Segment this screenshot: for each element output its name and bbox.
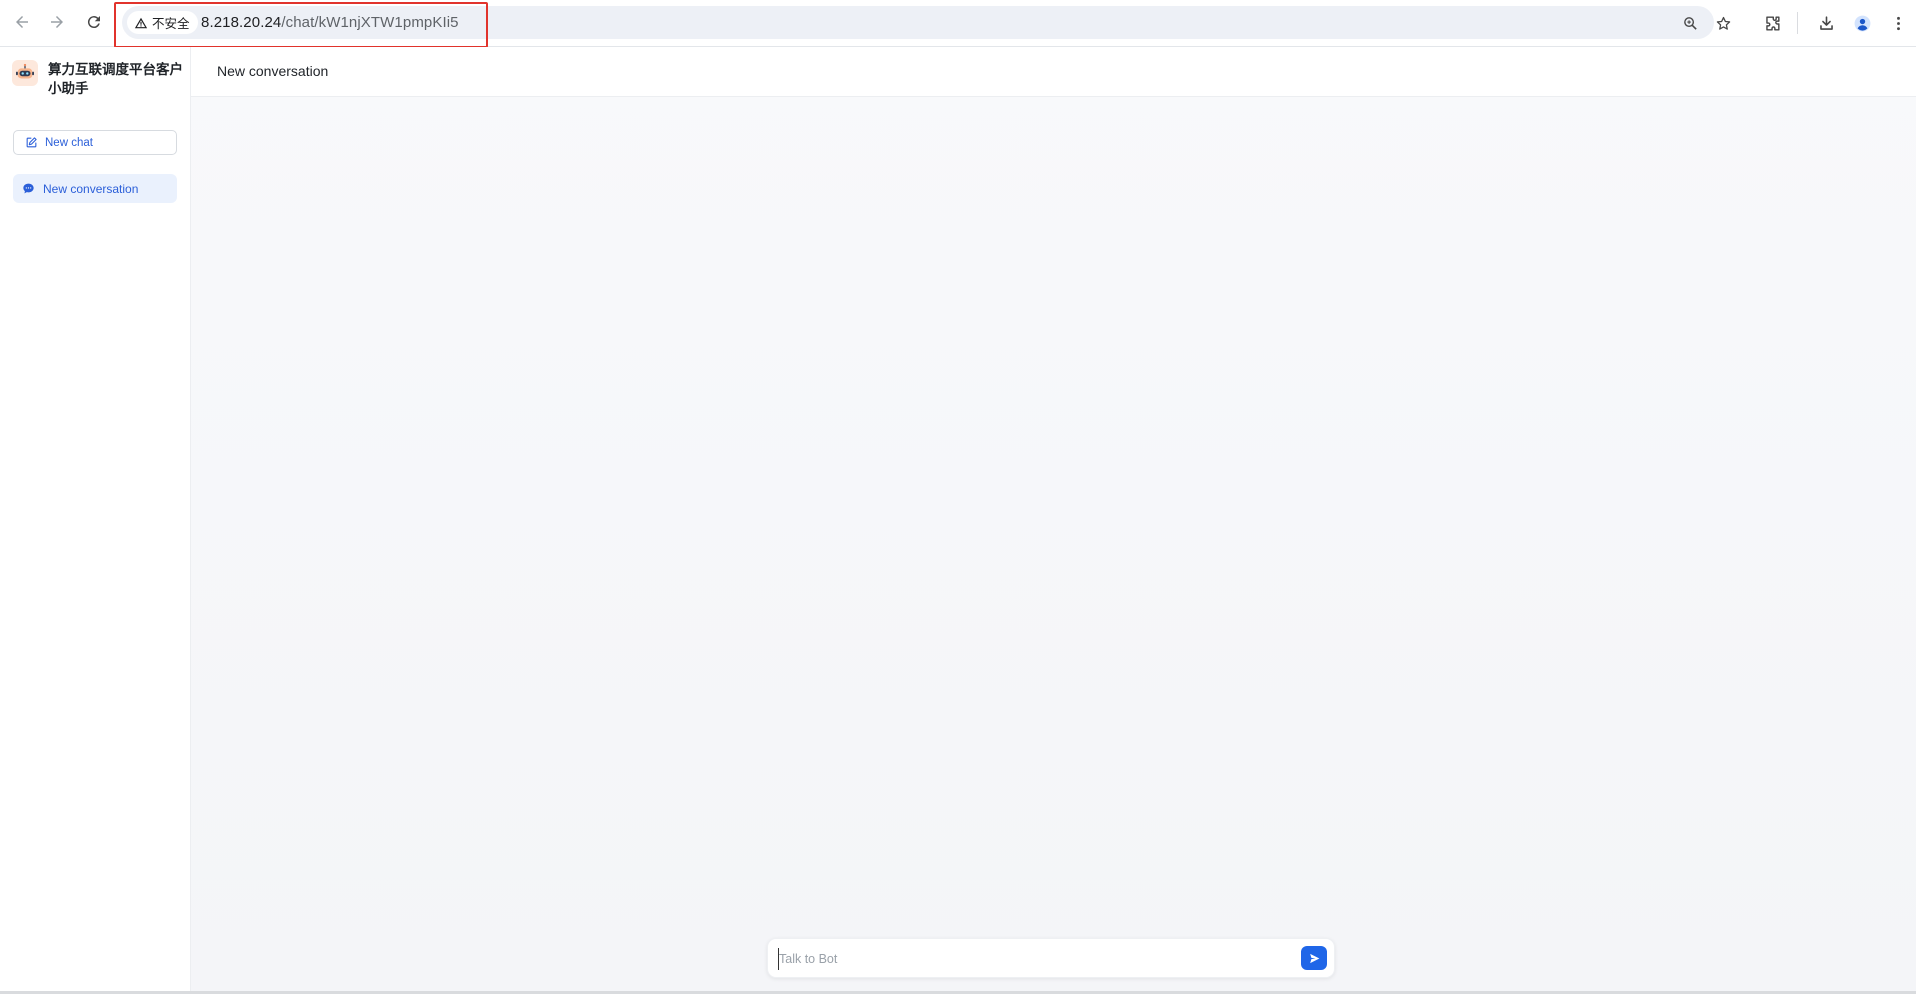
edit-icon	[26, 137, 37, 148]
warning-triangle-icon	[134, 17, 148, 28]
zoom-icon	[1683, 16, 1697, 30]
security-indicator[interactable]: 不安全	[127, 11, 198, 34]
toolbar-separator	[1797, 12, 1798, 34]
forward-button[interactable]	[46, 11, 68, 33]
kebab-menu-icon	[1896, 16, 1900, 30]
profile-icon	[1854, 15, 1870, 31]
message-composer	[767, 938, 1335, 978]
reload-icon	[87, 16, 100, 29]
send-button[interactable]	[1301, 946, 1327, 970]
url-host: 8.218.20.24	[201, 14, 282, 31]
browser-toolbar: 不安全 8.218.20.24/chat/kW1njXTW1pmpKIi5	[0, 0, 1916, 48]
new-chat-button[interactable]: New chat	[13, 130, 177, 155]
send-icon	[1309, 953, 1319, 963]
downloads-button[interactable]	[1814, 11, 1838, 35]
robot-logo-icon	[16, 63, 34, 79]
chat-main: New conversation	[191, 47, 1916, 991]
url-path: /chat/kW1njXTW1pmpKIi5	[281, 14, 459, 31]
chat-header: New conversation	[191, 47, 1916, 97]
url-text[interactable]: 8.218.20.24/chat/kW1njXTW1pmpKIi5	[201, 14, 459, 31]
back-arrow-icon	[16, 16, 28, 28]
sidebar: 算力互联调度平台客户小助手 New chat New conversation	[0, 47, 191, 991]
conversation-item[interactable]: New conversation	[13, 174, 177, 203]
brand: 算力互联调度平台客户小助手	[12, 60, 184, 98]
chat-bubble-icon	[23, 183, 34, 194]
address-bar[interactable]: 不安全 8.218.20.24/chat/kW1njXTW1pmpKIi5	[122, 6, 1730, 39]
star-icon	[1716, 16, 1730, 30]
security-label: 不安全	[152, 17, 190, 31]
browser-menu-button[interactable]	[1886, 11, 1910, 35]
new-chat-label: New chat	[45, 136, 93, 149]
back-button[interactable]	[11, 11, 33, 33]
reload-button[interactable]	[83, 11, 105, 33]
message-input[interactable]	[778, 948, 1281, 970]
bookmark-button[interactable]	[1713, 13, 1733, 33]
brand-name: 算力互联调度平台客户小助手	[48, 62, 183, 96]
zoom-button[interactable]	[1680, 13, 1700, 33]
download-icon	[1819, 15, 1833, 30]
extensions-button[interactable]	[1760, 11, 1784, 35]
forward-arrow-icon	[51, 16, 63, 28]
profile-button[interactable]	[1850, 11, 1874, 35]
puzzle-icon	[1765, 15, 1780, 31]
conversation-label: New conversation	[43, 181, 139, 196]
page-title: New conversation	[217, 63, 329, 79]
brand-logo	[12, 60, 38, 86]
